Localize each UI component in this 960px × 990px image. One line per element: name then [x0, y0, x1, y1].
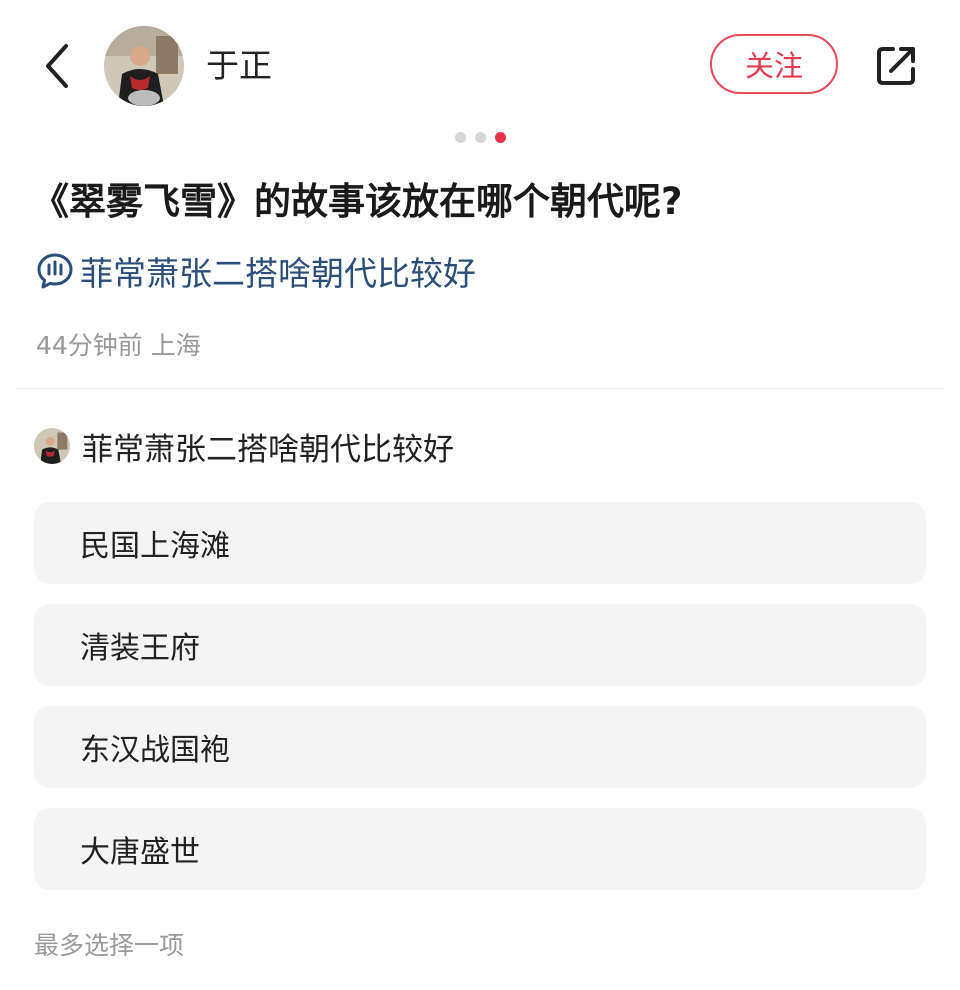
topic-chat-icon — [37, 253, 73, 289]
vote-option-label: 东汉战国袍 — [80, 733, 230, 768]
share-button[interactable] — [868, 40, 924, 92]
back-button[interactable] — [32, 38, 82, 94]
top-bar: 于正 关注 — [0, 0, 960, 130]
page-dot — [474, 132, 486, 143]
share-icon — [877, 47, 915, 85]
author-name[interactable]: 于正 — [206, 44, 272, 88]
post-title: 《翠雾飞雪》的故事该放在哪个朝代呢? — [32, 180, 683, 223]
chevron-left-icon — [46, 44, 68, 88]
post-meta: 44分钟前 上海 — [36, 331, 201, 360]
vote-option-label: 民国上海滩 — [80, 529, 230, 564]
vote-option[interactable]: 大唐盛世 — [34, 808, 926, 890]
avatar-photo — [104, 26, 184, 106]
page-dot — [454, 132, 466, 143]
vote-title: 菲常萧张二搭啥朝代比较好 — [82, 431, 454, 468]
page-dot-active — [494, 132, 506, 143]
page-indicator — [0, 132, 960, 146]
topic-link[interactable]: 菲常萧张二搭啥朝代比较好 — [36, 244, 476, 298]
avatar-photo — [34, 428, 70, 464]
vote-hint: 最多选择一项 — [34, 931, 185, 960]
vote-header: 菲常萧张二搭啥朝代比较好 — [34, 424, 454, 468]
divider — [16, 388, 944, 389]
vote-option-label: 大唐盛世 — [80, 835, 200, 870]
topic-text: 菲常萧张二搭啥朝代比较好 — [80, 254, 476, 293]
vote-option[interactable]: 东汉战国袍 — [34, 706, 926, 788]
vote-option[interactable]: 清装王府 — [34, 604, 926, 686]
vote-option-label: 清装王府 — [80, 631, 200, 666]
follow-button[interactable]: 关注 — [710, 34, 838, 94]
vote-option[interactable]: 民国上海滩 — [34, 502, 926, 584]
vote-author-avatar — [34, 428, 70, 464]
author-avatar[interactable] — [104, 26, 184, 106]
